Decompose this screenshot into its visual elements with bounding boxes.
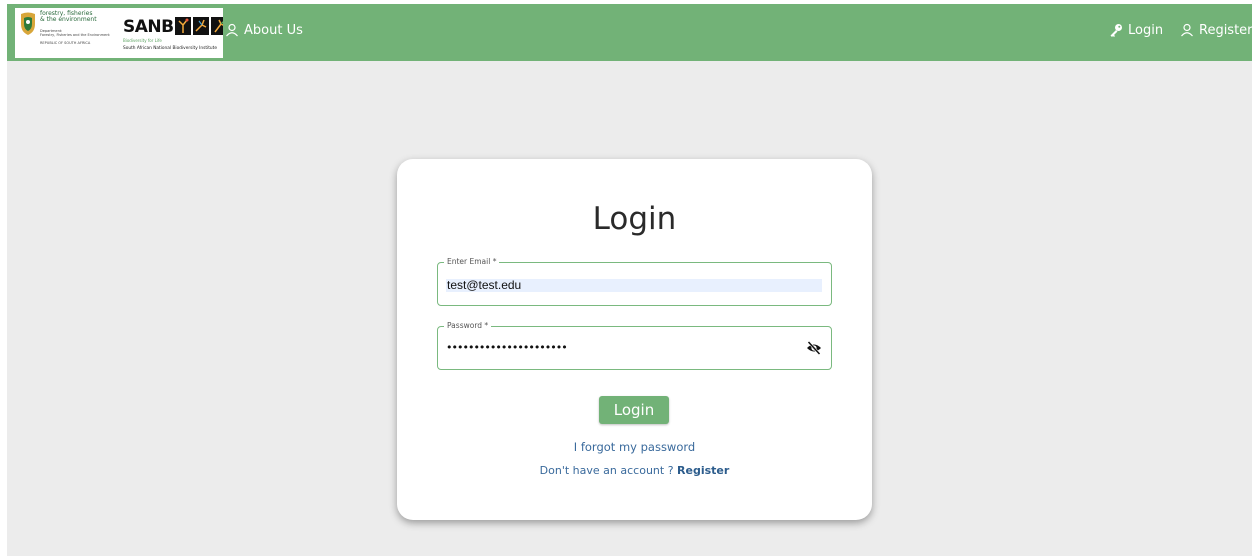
nav-about-us[interactable]: About Us bbox=[225, 20, 303, 40]
department-subtitle: Department: Forestry, Fisheries and the … bbox=[40, 29, 110, 37]
top-navbar: forestry, fisheries & the environment De… bbox=[7, 4, 1252, 61]
flower-icon bbox=[175, 17, 191, 35]
coat-of-arms-icon bbox=[21, 12, 35, 35]
sanbi-wordmark: SANBI bbox=[123, 17, 180, 37]
nav-about-us-label: About Us bbox=[244, 22, 303, 38]
login-card: Login Enter Email * test@test.edu Passwo… bbox=[397, 159, 872, 520]
password-input[interactable]: •••••••••••••••••••••• bbox=[446, 341, 568, 354]
nav-login[interactable]: Login bbox=[1109, 20, 1163, 40]
sanbi-tagline: Biodiversity for Life bbox=[123, 38, 162, 43]
sanbi-full-name: South African National Biodiversity Inst… bbox=[123, 46, 217, 51]
app-frame: forestry, fisheries & the environment De… bbox=[7, 4, 1252, 556]
user-icon bbox=[226, 23, 238, 37]
login-title: Login bbox=[592, 201, 677, 237]
no-account-text: Don't have an account ? bbox=[539, 464, 674, 477]
nav-register[interactable]: Register bbox=[1180, 20, 1252, 40]
user-icon bbox=[1181, 23, 1193, 37]
bird-of-paradise-icon bbox=[193, 17, 209, 35]
sanbi-logo-tiles bbox=[175, 17, 223, 35]
key-icon bbox=[1110, 24, 1122, 37]
department-name: forestry, fisheries & the environment bbox=[40, 10, 97, 23]
login-button[interactable]: Login bbox=[599, 396, 669, 424]
register-link[interactable]: Register bbox=[677, 464, 729, 477]
protea-icon bbox=[211, 17, 223, 35]
password-field-label: Password * bbox=[444, 321, 492, 330]
partner-logos[interactable]: forestry, fisheries & the environment De… bbox=[15, 8, 223, 58]
forgot-password-link[interactable]: I forgot my password bbox=[397, 440, 872, 454]
email-field[interactable]: Enter Email * test@test.edu bbox=[437, 257, 832, 306]
register-prompt: Don't have an account ? Register bbox=[397, 464, 872, 477]
password-field[interactable]: Password * •••••••••••••••••••••• bbox=[437, 321, 832, 370]
email-field-label: Enter Email * bbox=[444, 257, 500, 266]
nav-register-label: Register bbox=[1199, 22, 1252, 38]
department-country: REPUBLIC OF SOUTH AFRICA bbox=[40, 41, 91, 45]
eye-off-icon[interactable] bbox=[806, 340, 822, 356]
nav-login-label: Login bbox=[1128, 22, 1164, 38]
email-input[interactable]: test@test.edu bbox=[446, 279, 822, 292]
